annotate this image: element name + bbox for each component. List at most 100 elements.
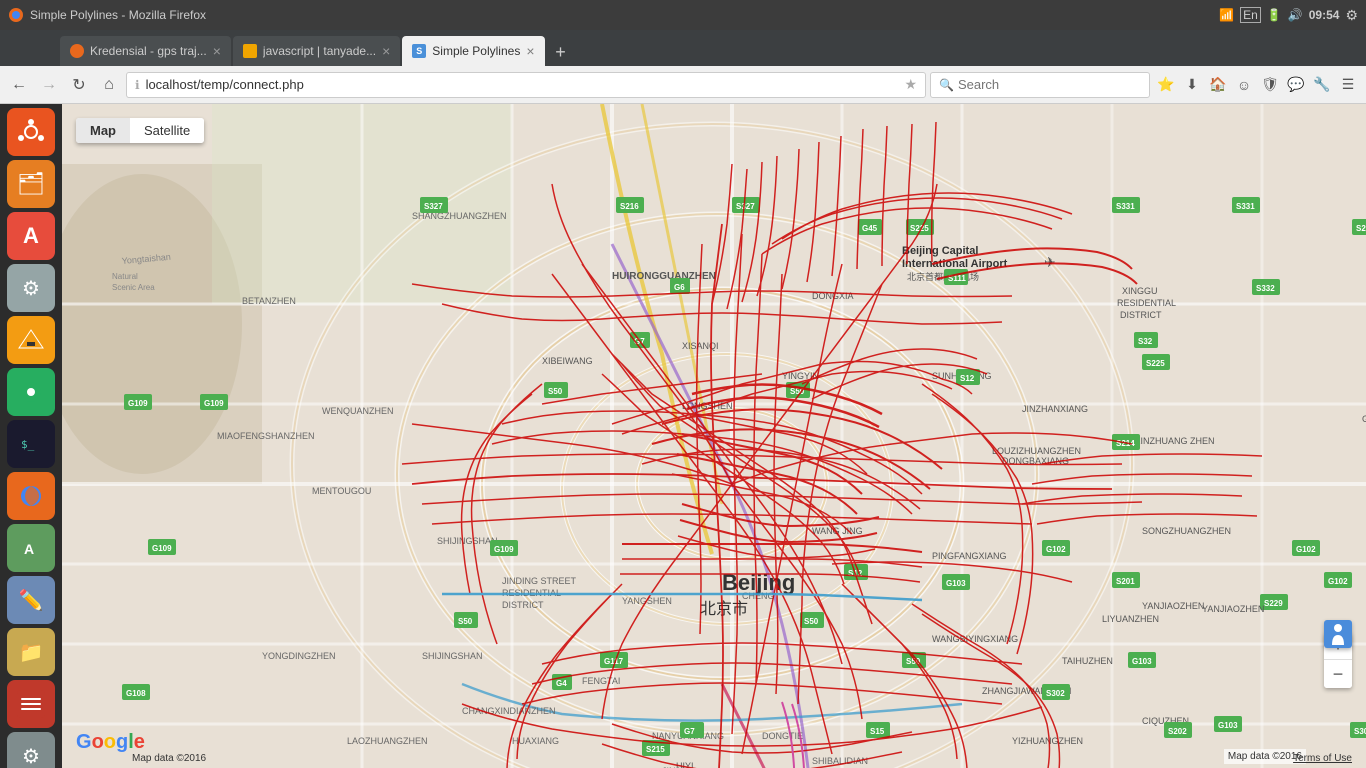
sidebar-item-vlc[interactable] [7, 316, 55, 364]
sidebar-item-system[interactable]: ⚙ [7, 732, 55, 768]
svg-text:YONGDINGZHEN: YONGDINGZHEN [262, 651, 336, 661]
svg-text:✈: ✈ [1044, 254, 1056, 270]
google-logo: Google [76, 731, 145, 754]
titlebar: Simple Polylines - Mozilla Firefox 📶 En … [0, 0, 1366, 30]
svg-text:S225: S225 [1146, 359, 1165, 368]
editor-icon: ✏️ [19, 588, 44, 613]
firefox-icon [17, 482, 45, 510]
pegman-icon [1329, 623, 1347, 645]
nav-icons: ⭐ ⬇ 🏠 ☺ 🛡 💬 🔧 ☰ [1154, 73, 1360, 97]
forward-button[interactable]: → [36, 72, 62, 98]
firefox-title-icon [8, 7, 24, 23]
tab-javascript[interactable]: javascript | tanyade... × [233, 36, 400, 66]
search-bar[interactable]: 🔍 [930, 72, 1150, 98]
terms-of-use-link[interactable]: Terms of Use [1293, 753, 1352, 764]
svg-text:XINGGU: XINGGU [1122, 286, 1158, 296]
green-app-icon [17, 378, 45, 406]
androidstudio-icon: A [17, 534, 45, 562]
svg-text:XIBEIWANG: XIBEIWANG [542, 356, 593, 366]
files-icon: 🗂 [17, 171, 45, 197]
svg-text:G45: G45 [862, 224, 878, 233]
svg-text:G109: G109 [128, 399, 148, 408]
sidebar-item-app[interactable] [7, 368, 55, 416]
bookmark-icon[interactable]: ⭐ [1154, 73, 1178, 97]
google-o2: o [104, 731, 116, 753]
sidebar-item-folder[interactable]: 📁 [7, 628, 55, 676]
svg-text:MENTOUGOU: MENTOUGOU [312, 486, 371, 496]
svg-text:LOUZIZHUANGZHEN: LOUZIZHUANGZHEN [992, 446, 1081, 456]
sidebar-item-androidstudio[interactable]: A [7, 524, 55, 572]
home-button[interactable]: ⌂ [96, 72, 122, 98]
power-icon: ⚙ [1345, 7, 1358, 24]
face-icon[interactable]: ☺ [1232, 73, 1256, 97]
svg-text:S331: S331 [1236, 202, 1255, 211]
tab-close-3[interactable]: × [526, 43, 534, 59]
shield-icon[interactable]: 🛡 [1258, 73, 1282, 97]
svg-text:G108: G108 [126, 689, 146, 698]
sidebar-item-settings[interactable]: ⚙ [7, 264, 55, 312]
addon-icon[interactable]: 🔧 [1310, 73, 1334, 97]
address-bar[interactable]: ℹ ★ [126, 72, 926, 98]
svg-text:G4: G4 [556, 679, 567, 688]
svg-text:S224: S224 [1356, 224, 1366, 233]
map-container[interactable]: Yongtaishan Natural Scenic Area [62, 104, 1366, 768]
home-nav-icon[interactable]: 🏠 [1206, 73, 1230, 97]
bookmark-star[interactable]: ★ [904, 76, 917, 93]
tab-favicon-2 [243, 44, 257, 58]
menu-button[interactable]: ☰ [1336, 73, 1360, 97]
sidebar-item-firefox[interactable] [7, 472, 55, 520]
sidebar-item-software[interactable]: A [7, 212, 55, 260]
download-icon[interactable]: ⬇ [1180, 73, 1204, 97]
svg-text:G103: G103 [946, 579, 966, 588]
svg-text:S215: S215 [646, 745, 665, 754]
tab-label-1: Kredensial - gps traj... [90, 44, 207, 58]
svg-text:S302: S302 [1046, 689, 1065, 698]
svg-text:XISANQI: XISANQI [682, 341, 719, 351]
svg-text:FENGTAI: FENGTAI [582, 676, 620, 686]
map-type-map-button[interactable]: Map [76, 118, 130, 143]
map-background: Yongtaishan Natural Scenic Area [62, 104, 1366, 768]
svg-text:S216: S216 [620, 202, 639, 211]
titlebar-text: Simple Polylines - Mozilla Firefox [30, 8, 206, 22]
sidebar-item-dash[interactable] [7, 680, 55, 728]
reload-button[interactable]: ↻ [66, 72, 92, 98]
navbar: ← → ↻ ⌂ ℹ ★ 🔍 ⭐ ⬇ 🏠 ☺ 🛡 💬 🔧 ☰ [0, 66, 1366, 104]
tab-simple-polylines[interactable]: S Simple Polylines × [402, 36, 544, 66]
svg-text:BETANZHEN: BETANZHEN [242, 296, 296, 306]
sidebar-item-editor[interactable]: ✏️ [7, 576, 55, 624]
svg-text:LIYUANZHEN: LIYUANZHEN [1102, 614, 1159, 624]
svg-text:S50: S50 [458, 617, 473, 626]
svg-text:WENQUANZHEN: WENQUANZHEN [322, 406, 394, 416]
address-input[interactable] [146, 77, 899, 92]
svg-text:TAIHUZHEN: TAIHUZHEN [1062, 656, 1113, 666]
map-type-control: Map Satellite [76, 118, 204, 143]
zoom-out-button[interactable]: − [1324, 660, 1352, 688]
search-input[interactable] [958, 77, 1141, 92]
svg-text:$_: $_ [21, 438, 35, 451]
tab-close-2[interactable]: × [382, 43, 390, 59]
sidebar-item-files[interactable]: 🗂 [7, 160, 55, 208]
svg-text:S50: S50 [804, 617, 819, 626]
svg-text:S332: S332 [1256, 284, 1275, 293]
sidebar-item-ubuntu[interactable] [7, 108, 55, 156]
battery-icon: 🔋 [1267, 8, 1282, 22]
back-button[interactable]: ← [6, 72, 32, 98]
svg-text:S331: S331 [1116, 202, 1135, 211]
svg-text:G6: G6 [674, 283, 685, 292]
volume-icon: 🔊 [1288, 8, 1303, 22]
svg-text:LAOZHUANGZHEN: LAOZHUANGZHEN [347, 736, 428, 746]
sidebar-item-terminal[interactable]: $_ [7, 420, 55, 468]
tab-kredensial[interactable]: Kredensial - gps traj... × [60, 36, 231, 66]
tabbar: Kredensial - gps traj... × javascript | … [0, 30, 1366, 66]
tab-close-1[interactable]: × [213, 43, 221, 59]
svg-text:S201: S201 [1116, 577, 1135, 586]
whatsapp-icon[interactable]: 💬 [1284, 73, 1308, 97]
new-tab-button[interactable]: + [547, 38, 575, 66]
map-type-satellite-button[interactable]: Satellite [130, 118, 204, 143]
svg-text:G102: G102 [1328, 577, 1348, 586]
svg-text:MIAOFENGSHANZHEN: MIAOFENGSHANZHEN [217, 431, 315, 441]
pegman-button[interactable] [1324, 620, 1352, 648]
svg-text:S327: S327 [424, 202, 443, 211]
svg-text:北京市: 北京市 [700, 600, 748, 618]
svg-text:G102: G102 [1046, 545, 1066, 554]
